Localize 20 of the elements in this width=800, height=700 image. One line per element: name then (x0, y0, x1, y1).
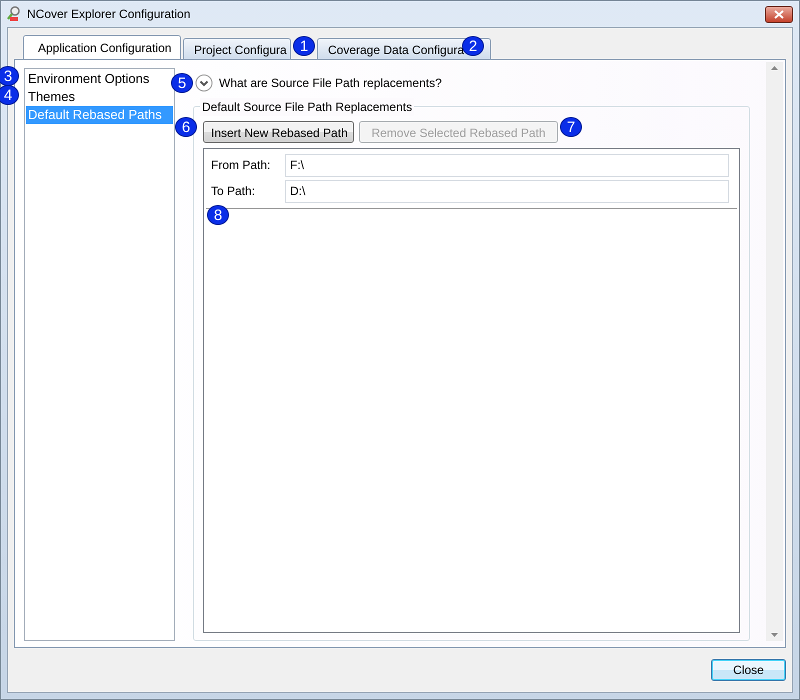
chevron-icon[interactable] (195, 74, 213, 92)
path-field[interactable]: D:\ (285, 180, 729, 202)
action-button[interactable]: Insert New Rebased Path (203, 121, 354, 143)
field-label: To Path: (211, 183, 256, 200)
expander-label[interactable]: What are Source File Path replacements? (219, 74, 442, 92)
scroll-up-icon[interactable] (771, 66, 778, 70)
tab[interactable]: Project Configura (183, 38, 291, 59)
list-item[interactable]: Themes (26, 88, 173, 106)
field-label: From Path: (211, 157, 272, 174)
group-title: Default Source File Path Replacements (200, 98, 414, 116)
list-item[interactable]: Environment Options (26, 70, 173, 88)
scroll-down-icon[interactable] (771, 633, 778, 637)
close-icon (774, 10, 784, 18)
window-title: NCover Explorer Configuration (27, 6, 190, 23)
magnifier-icon (7, 6, 21, 22)
tab[interactable]: Application Configuration (23, 35, 181, 59)
path-field[interactable]: F:\ (285, 154, 729, 176)
close-window-button[interactable] (765, 6, 793, 22)
scrollbar[interactable] (766, 62, 783, 641)
close-button[interactable]: Close (711, 659, 786, 681)
